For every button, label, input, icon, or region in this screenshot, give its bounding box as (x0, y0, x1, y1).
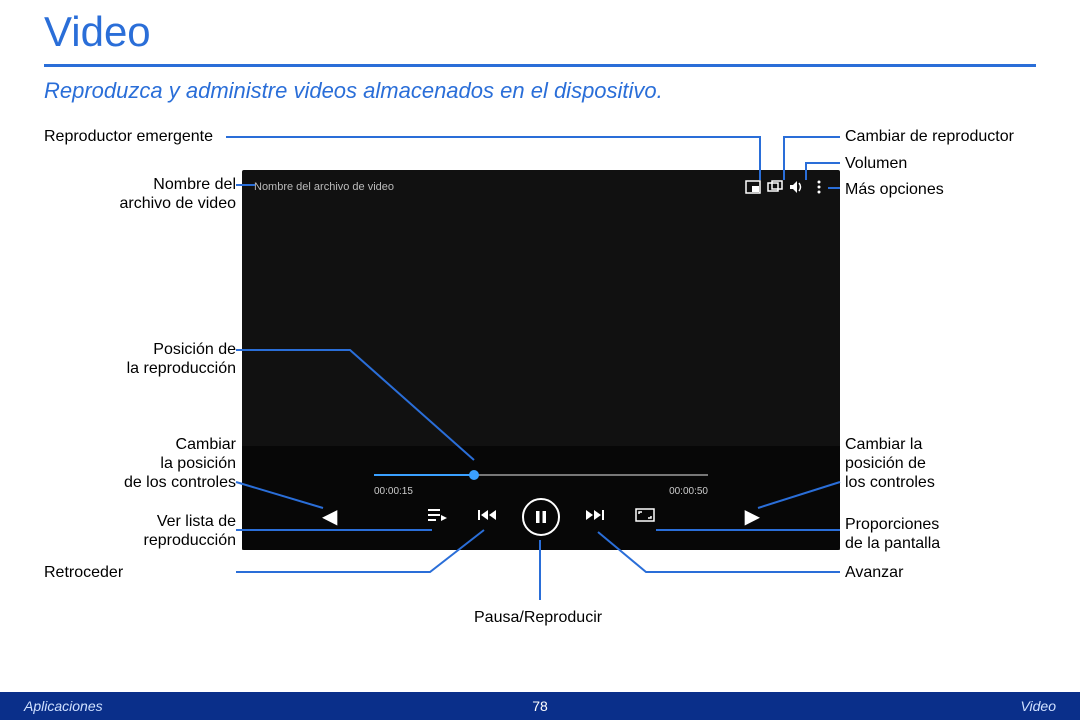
callout-playlist: Ver lista de reproducción (44, 512, 236, 550)
footer-section: Aplicaciones (24, 698, 103, 714)
callout-playback-position: Posición de la reproducción (44, 340, 236, 378)
transport-controls (422, 498, 660, 536)
aspect-ratio-icon[interactable] (630, 508, 660, 527)
player-controls-bar: 00:00:15 00:00:50 ◀ ▶ (242, 446, 840, 550)
change-player-icon[interactable] (764, 180, 786, 194)
seek-knob[interactable] (469, 470, 479, 480)
popup-player-icon[interactable] (742, 180, 764, 194)
callout-aspect-ratio: Proporciones de la pantalla (845, 515, 940, 553)
move-controls-left-button[interactable]: ◀ (322, 504, 337, 529)
volume-icon[interactable] (786, 180, 808, 194)
callout-move-controls-left: Cambiar la posición de los controles (44, 435, 236, 493)
footer-page-number: 78 (532, 698, 548, 714)
more-options-icon[interactable] (808, 180, 830, 194)
seek-fill (374, 474, 474, 476)
rewind-icon[interactable] (472, 508, 502, 527)
forward-icon[interactable] (580, 508, 610, 527)
footer-topic: Video (1020, 698, 1056, 714)
callout-more-options: Más opciones (845, 180, 944, 199)
title-rule (44, 64, 1036, 67)
seek-bar[interactable]: 00:00:15 00:00:50 (374, 460, 708, 490)
move-controls-right-button[interactable]: ▶ (745, 504, 760, 529)
page-title: Video (44, 8, 151, 56)
play-pause-button[interactable] (522, 498, 560, 536)
callout-rewind: Retroceder (44, 563, 236, 582)
player-top-bar: Nombre del archivo de video (254, 180, 830, 194)
time-elapsed: 00:00:15 (374, 486, 413, 497)
video-player-mock: Nombre del archivo de video 00:00:15 00:… (242, 170, 840, 550)
time-total: 00:00:50 (669, 486, 708, 497)
page-subtitle: Reproduzca y administre videos almacenad… (44, 78, 663, 104)
callout-volume: Volumen (845, 154, 907, 173)
callout-play-pause: Pausa/Reproducir (474, 608, 602, 627)
callout-move-controls-right: Cambiar la posición de los controles (845, 435, 935, 493)
callout-change-player: Cambiar de reproductor (845, 127, 1014, 146)
video-filename-label: Nombre del archivo de video (254, 181, 742, 193)
playlist-icon[interactable] (422, 508, 452, 527)
callout-filename: Nombre del archivo de video (44, 175, 236, 213)
page-footer: Aplicaciones 78 Video (0, 692, 1080, 720)
callout-forward: Avanzar (845, 563, 903, 582)
callout-popup-player: Reproductor emergente (44, 127, 226, 146)
